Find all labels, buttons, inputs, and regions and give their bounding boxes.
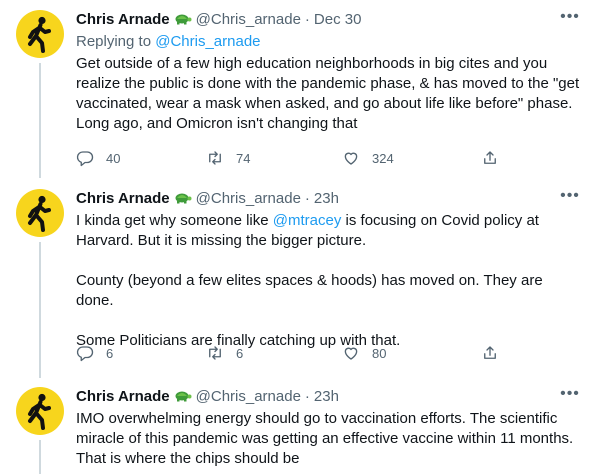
share-button[interactable] — [481, 343, 499, 363]
tweet-text: IMO overwhelming energy should go to vac… — [76, 409, 580, 469]
turtle-icon — [175, 193, 192, 204]
walking-figure-icon — [28, 393, 51, 430]
retweet-icon — [209, 151, 221, 165]
retweet-count: 6 — [236, 345, 244, 361]
heart-icon — [344, 347, 358, 360]
timestamp[interactable]: 23h — [314, 190, 339, 207]
author-name[interactable]: Chris Arnade — [76, 11, 170, 28]
retweet-icon — [209, 346, 221, 360]
author-handle[interactable]: @Chris_arnade — [196, 388, 301, 405]
share-button[interactable] — [481, 148, 499, 168]
like-button[interactable]: 324 — [342, 148, 394, 168]
separator-dot: · — [304, 190, 310, 207]
share-icon — [484, 346, 496, 359]
author-handle[interactable]: @Chris_arnade — [196, 11, 301, 28]
replying-label: Replying to — [76, 33, 156, 50]
retweet-button[interactable]: 74 — [206, 148, 250, 168]
mention-link[interactable]: @mtracey — [273, 212, 342, 229]
tweet-line: vaccinated, wear a mask when asked, and … — [76, 95, 573, 112]
replying-to: Replying to @Chris_arnade — [76, 32, 580, 52]
tweet-text-part: I kinda get why someone like — [76, 212, 273, 229]
turtle-icon — [175, 391, 192, 402]
separator-dot: · — [304, 388, 310, 405]
avatar[interactable] — [16, 189, 64, 237]
author-name[interactable]: Chris Arnade — [76, 388, 170, 405]
turtle-icon — [175, 14, 192, 25]
tweet-line: realize the public is done with the pand… — [76, 75, 580, 92]
reply-count: 6 — [106, 345, 114, 361]
retweet-button[interactable]: 6 — [206, 343, 243, 363]
thread-line — [39, 63, 41, 178]
tweet-line: Get outside of a few high education neig… — [76, 55, 548, 72]
reply-button[interactable]: 40 — [76, 148, 120, 168]
tweet-text: I kinda get why someone like @mtracey is… — [76, 211, 580, 351]
separator-dot: · — [304, 11, 310, 28]
like-count: 324 — [372, 150, 394, 166]
avatar[interactable] — [16, 387, 64, 435]
replying-to-link[interactable]: @Chris_arnade — [155, 33, 260, 50]
tweet-line: That is where the chips should be — [76, 450, 300, 467]
more-dots-icon[interactable]: ••• — [560, 386, 580, 407]
tweet-text-part: Harvard. But it is missing the bigger pi… — [76, 232, 367, 249]
reply-icon — [76, 346, 94, 362]
tweet-text: Get outside of a few high education neig… — [76, 54, 580, 134]
tweet-paragraph: I kinda get why someone like @mtracey is… — [76, 211, 580, 251]
walking-figure-icon — [28, 195, 51, 232]
reply-icon — [76, 151, 94, 167]
retweet-count: 74 — [236, 150, 251, 166]
tweet-paragraph: County (beyond a few elites spaces & hoo… — [76, 272, 543, 309]
like-button[interactable]: 80 — [342, 343, 386, 363]
author-name[interactable]: Chris Arnade — [76, 190, 170, 207]
like-count: 80 — [372, 345, 387, 361]
tweet-actions: 6 6 80 — [76, 343, 516, 363]
more-dots-icon[interactable]: ••• — [560, 9, 580, 30]
thread-line — [39, 242, 41, 378]
timestamp[interactable]: 23h — [314, 388, 339, 405]
tweet-text-part: is focusing on Covid policy at — [341, 212, 539, 229]
more-dots-icon[interactable]: ••• — [560, 188, 580, 209]
tweet-line: IMO overwhelming energy should go to vac… — [76, 410, 558, 427]
thread-line — [39, 440, 41, 474]
heart-icon — [344, 152, 358, 165]
avatar[interactable] — [16, 10, 64, 58]
tweet-line: miracle of this pandemic was getting an … — [76, 430, 574, 447]
timestamp[interactable]: Dec 30 — [314, 11, 362, 28]
reply-button[interactable]: 6 — [76, 343, 113, 363]
share-icon — [484, 151, 496, 164]
tweet-header: Chris Arnade @Chris_arnade · 23h ••• — [76, 188, 580, 209]
author-handle[interactable]: @Chris_arnade — [196, 190, 301, 207]
tweet-header: Chris Arnade @Chris_arnade · Dec 30 ••• — [76, 9, 580, 30]
walking-figure-icon — [28, 16, 51, 53]
tweet-line: Long ago, and Omicron isn't changing tha… — [76, 115, 358, 132]
tweet-header: Chris Arnade @Chris_arnade · 23h ••• — [76, 386, 580, 407]
tweet-actions: 40 74 324 — [76, 148, 516, 168]
reply-count: 40 — [106, 150, 121, 166]
